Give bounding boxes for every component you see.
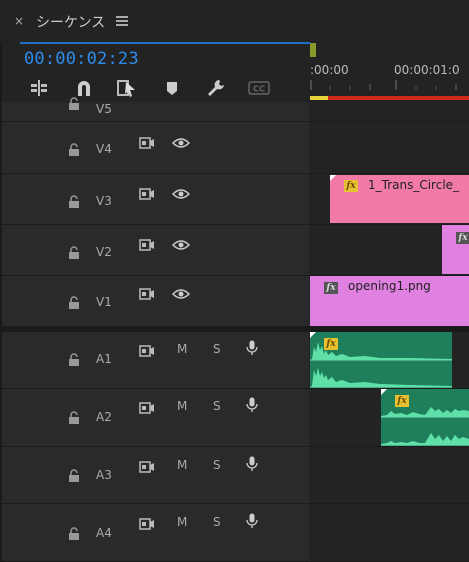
- tab-active-underline: [20, 42, 310, 44]
- track-name: A1: [96, 352, 112, 366]
- track-lane-v3[interactable]: fx 1_Trans_Circle_: [310, 174, 469, 225]
- track-header-a1: A1 M S: [2, 332, 309, 389]
- captions-icon[interactable]: CC: [248, 78, 270, 98]
- track-lane-v2[interactable]: fx: [310, 225, 469, 276]
- track-name: A4: [96, 526, 112, 540]
- toggle-output-eye-icon[interactable]: [171, 134, 191, 148]
- lock-icon[interactable]: [68, 468, 80, 482]
- track-lane-v1[interactable]: fx opening1.png: [310, 276, 469, 328]
- track-lane-a3[interactable]: [310, 447, 469, 504]
- track-name: A2: [96, 410, 112, 424]
- track-header-a4: A4 M S: [2, 504, 309, 562]
- track-name: V4: [96, 142, 112, 156]
- fx-badge-icon[interactable]: fx: [344, 180, 358, 192]
- microphone-icon[interactable]: [246, 513, 258, 529]
- clip-v2[interactable]: fx: [442, 225, 469, 274]
- fx-badge-icon[interactable]: fx: [324, 282, 338, 294]
- microphone-icon[interactable]: [246, 340, 258, 356]
- fx-badge-icon[interactable]: fx: [456, 232, 469, 244]
- linked-selection-icon[interactable]: [116, 78, 138, 98]
- sync-camera-icon[interactable]: [139, 515, 155, 530]
- track-lane-v4[interactable]: [310, 122, 469, 174]
- panel-header: × シーケンス: [0, 0, 469, 42]
- track-header-v4: V4: [2, 122, 309, 174]
- track-name: V2: [96, 245, 112, 259]
- sync-camera-icon[interactable]: [139, 134, 155, 149]
- microphone-icon[interactable]: [246, 456, 258, 472]
- sync-camera-icon[interactable]: [139, 399, 155, 414]
- track-name: V3: [96, 194, 112, 208]
- clip-label: opening1.png: [348, 279, 431, 293]
- toggle-output-eye-icon[interactable]: [171, 185, 191, 199]
- toggle-output-eye-icon[interactable]: [171, 236, 191, 250]
- solo-button[interactable]: S: [213, 399, 221, 413]
- captions-label: CC: [253, 85, 265, 94]
- work-area-start: [310, 96, 328, 100]
- playhead-timecode[interactable]: 00:00:02:23: [24, 49, 139, 69]
- track-header-v5: V5: [2, 97, 309, 122]
- clip-audio-a2[interactable]: fx: [381, 389, 469, 446]
- magnet-snap-icon[interactable]: [73, 78, 95, 98]
- lock-icon[interactable]: [68, 245, 80, 259]
- ruler-label-1: 00:00:01:0: [394, 63, 460, 77]
- mute-button[interactable]: M: [177, 342, 187, 356]
- solo-button[interactable]: S: [213, 458, 221, 472]
- close-tab-button[interactable]: ×: [14, 14, 24, 28]
- sync-camera-icon[interactable]: [139, 458, 155, 473]
- panel-menu-icon[interactable]: [116, 16, 128, 26]
- sync-camera-icon[interactable]: [139, 285, 155, 300]
- track-header-a3: A3 M S: [2, 447, 309, 504]
- wrench-settings-icon[interactable]: [205, 78, 227, 98]
- lock-icon[interactable]: [68, 194, 80, 208]
- lock-icon[interactable]: [68, 526, 80, 540]
- track-header-v1: V1: [2, 276, 309, 328]
- mute-button[interactable]: M: [177, 515, 187, 529]
- snap-insert-icon[interactable]: [28, 78, 50, 98]
- clip-opening1[interactable]: fx opening1.png: [310, 276, 469, 326]
- clip-label: 1_Trans_Circle_: [368, 178, 460, 192]
- lock-icon[interactable]: [68, 410, 80, 424]
- track-name: V1: [96, 295, 112, 309]
- sync-camera-icon[interactable]: [139, 236, 155, 251]
- add-marker-icon[interactable]: [161, 78, 183, 98]
- clip-trans-circle[interactable]: fx 1_Trans_Circle_: [330, 175, 469, 223]
- sync-camera-icon[interactable]: [139, 342, 155, 357]
- sequence-panel: × シーケンス 00:00:02:23 CC :00:00 00:00:01:0: [0, 0, 469, 562]
- clip-audio-a1[interactable]: fx: [310, 332, 452, 388]
- track-lane-a2[interactable]: fx: [310, 389, 469, 447]
- lock-icon[interactable]: [68, 96, 80, 110]
- timeline-toolbar: CC: [18, 74, 310, 102]
- mute-button[interactable]: M: [177, 458, 187, 472]
- tab-sequence[interactable]: シーケンス: [36, 12, 105, 32]
- track-lane-a1[interactable]: fx: [310, 332, 469, 389]
- lock-icon[interactable]: [68, 142, 80, 156]
- clip-corner-marker: [330, 175, 336, 181]
- playhead-marker[interactable]: [310, 43, 316, 57]
- track-name: A3: [96, 468, 112, 482]
- solo-button[interactable]: S: [213, 515, 221, 529]
- track-header-v2: V2: [2, 225, 309, 276]
- time-ruler[interactable]: :00:00 00:00:01:0: [310, 40, 469, 102]
- toggle-output-eye-icon[interactable]: [171, 285, 191, 299]
- track-lane-v5[interactable]: [310, 102, 469, 122]
- lock-icon[interactable]: [68, 352, 80, 366]
- track-header-v3: V3: [2, 174, 309, 225]
- mute-button[interactable]: M: [177, 399, 187, 413]
- track-header-a2: A2 M S: [2, 389, 309, 447]
- ruler-ticks: [310, 80, 457, 90]
- microphone-icon[interactable]: [246, 397, 258, 413]
- track-area: V5 V4 V3 fx 1_Trans_Circle_ V2 fx V1 fx …: [0, 97, 469, 562]
- track-lane-a4[interactable]: [310, 504, 469, 562]
- sync-camera-icon[interactable]: [139, 185, 155, 200]
- audio-waveform: [381, 407, 469, 446]
- solo-button[interactable]: S: [213, 342, 221, 356]
- lock-icon[interactable]: [68, 295, 80, 309]
- track-name: V5: [96, 102, 112, 116]
- work-area-bar[interactable]: [328, 96, 469, 100]
- ruler-label-0: :00:00: [310, 63, 349, 77]
- audio-waveform: [310, 342, 452, 388]
